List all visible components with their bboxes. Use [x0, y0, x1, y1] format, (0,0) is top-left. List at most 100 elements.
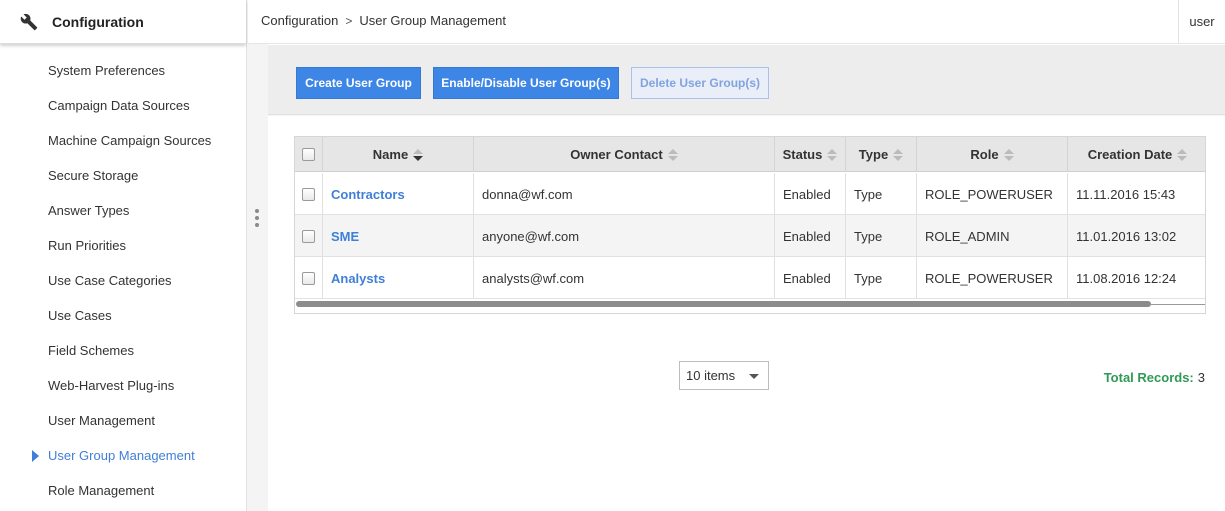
page-size-select[interactable]: 10 items	[679, 361, 769, 390]
user-menu[interactable]: user	[1178, 0, 1225, 44]
sidebar-splitter[interactable]	[247, 0, 268, 511]
cell-owner: donna@wf.com	[474, 173, 775, 215]
sidebar-header[interactable]: Configuration	[0, 0, 246, 44]
status-value: Enabled	[783, 270, 831, 286]
sidebar-item-system-preferences[interactable]: System Preferences	[0, 53, 246, 88]
sidebar-item-label: Secure Storage	[48, 168, 139, 183]
group-name-link[interactable]: Contractors	[331, 187, 405, 202]
column-header-role[interactable]: Role	[917, 137, 1068, 172]
breadcrumb-item-configuration[interactable]: Configuration	[261, 13, 338, 28]
sidebar-item-machine-campaign-sources[interactable]: Machine Campaign Sources	[0, 123, 246, 158]
sidebar-item-campaign-data-sources[interactable]: Campaign Data Sources	[0, 88, 246, 123]
sidebar-item-use-cases[interactable]: Use Cases	[0, 298, 246, 333]
create-user-group-button[interactable]: Create User Group	[296, 67, 421, 99]
scrollbar-thumb[interactable]	[296, 301, 1151, 307]
sidebar-item-label: Answer Types	[48, 203, 130, 218]
cell-created: 11.11.2016 15:43	[1068, 173, 1205, 215]
select-all-cell	[295, 137, 323, 172]
sort-icon	[667, 148, 678, 162]
cell-created: 11.08.2016 12:24	[1068, 257, 1205, 299]
sidebar-item-label: Field Schemes	[48, 343, 134, 358]
sidebar-item-label: Web-Harvest Plug-ins	[48, 378, 175, 393]
sidebar-item-field-schemes[interactable]: Field Schemes	[0, 333, 246, 368]
sidebar-item-web-harvest-plug-ins[interactable]: Web-Harvest Plug-ins	[0, 368, 246, 403]
owner-value: analysts@wf.com	[482, 270, 585, 286]
breadcrumb: Configuration > User Group Management	[261, 13, 506, 28]
cell-owner: anyone@wf.com	[474, 215, 775, 257]
table-header: Name Owner Contact Status Type Role Crea…	[295, 137, 1205, 172]
row-select-cell	[295, 257, 323, 299]
column-header-created[interactable]: Creation Date	[1068, 137, 1205, 172]
sidebar-item-label: User Group Management	[48, 448, 195, 463]
delete-user-groups-button[interactable]: Delete User Group(s)	[631, 67, 769, 99]
sidebar-item-label: Use Case Categories	[48, 273, 172, 288]
sort-icon	[1003, 148, 1014, 162]
role-value: ROLE_POWERUSER	[925, 270, 1053, 286]
user-group-table: Name Owner Contact Status Type Role Crea…	[294, 136, 1206, 314]
sidebar-item-label: Use Cases	[48, 308, 112, 323]
drag-handle-icon[interactable]	[255, 209, 259, 230]
sidebar-item-user-group-management[interactable]: User Group Management	[0, 438, 246, 473]
action-toolbar: Create User Group Enable/Disable User Gr…	[268, 45, 1225, 115]
total-records: Total Records: 3	[1104, 370, 1205, 385]
table-row[interactable]: SME anyone@wf.com Enabled Type ROLE_ADMIN 11.…	[295, 215, 1205, 257]
row-checkbox[interactable]	[302, 271, 315, 285]
type-value: Type	[854, 228, 883, 244]
column-header-status[interactable]: Status	[775, 137, 846, 172]
enable-disable-user-groups-button[interactable]: Enable/Disable User Group(s)	[433, 67, 619, 99]
grid-panel: Name Owner Contact Status Type Role Crea…	[268, 116, 1225, 511]
column-header-owner[interactable]: Owner Contact	[474, 137, 775, 172]
column-type-label: Type	[858, 147, 889, 162]
column-name-label: Name	[372, 147, 409, 162]
row-select-cell	[295, 173, 323, 215]
status-value: Enabled	[783, 228, 831, 244]
sidebar-item-user-management[interactable]: User Management	[0, 403, 246, 438]
sidebar-item-role-management[interactable]: Role Management	[0, 473, 246, 508]
sidebar-item-answer-types[interactable]: Answer Types	[0, 193, 246, 228]
sidebar: Configuration System Preferences Campaign…	[0, 0, 247, 511]
row-checkbox[interactable]	[302, 229, 315, 243]
table-row[interactable]: Analysts analysts@wf.com Enabled Type ROLE_P…	[295, 257, 1205, 299]
type-value: Type	[854, 270, 883, 286]
owner-value: donna@wf.com	[482, 186, 573, 202]
column-created-label: Creation Date	[1087, 147, 1173, 162]
select-all-checkbox[interactable]	[302, 148, 315, 161]
wrench-icon	[20, 13, 38, 30]
cell-name: SME	[323, 215, 474, 257]
group-name-link[interactable]: Analysts	[331, 271, 385, 286]
breadcrumb-separator: >	[345, 13, 353, 28]
table-row[interactable]: Contractors donna@wf.com Enabled Type ROLE_P…	[295, 173, 1205, 215]
cell-type: Type	[846, 173, 917, 215]
horizontal-scrollbar[interactable]	[295, 300, 1205, 308]
cell-type: Type	[846, 215, 917, 257]
total-records-label: Total Records:	[1103, 370, 1194, 385]
created-value: 11.08.2016 12:24	[1076, 270, 1177, 286]
sidebar-item-run-priorities[interactable]: Run Priorities	[0, 228, 246, 263]
sidebar-item-label: User Management	[48, 413, 155, 428]
sidebar-item-label: System Preferences	[48, 63, 166, 78]
created-value: 11.01.2016 13:02	[1076, 228, 1177, 244]
total-records-value: 3	[1197, 370, 1205, 385]
column-header-type[interactable]: Type	[846, 137, 917, 172]
column-header-name[interactable]: Name	[323, 137, 474, 172]
column-role-label: Role	[970, 147, 999, 162]
sidebar-title: Configuration	[52, 13, 144, 30]
cell-role: ROLE_ADMIN	[917, 215, 1068, 257]
main-content: Create User Group Enable/Disable User Gr…	[268, 45, 1225, 511]
sort-icon	[413, 148, 424, 162]
cell-status: Enabled	[775, 215, 846, 257]
sidebar-item-use-case-categories[interactable]: Use Case Categories	[0, 263, 246, 298]
sidebar-item-secure-storage[interactable]: Secure Storage	[0, 158, 246, 193]
column-status-label: Status	[782, 147, 823, 162]
status-value: Enabled	[783, 186, 831, 202]
group-name-link[interactable]: SME	[331, 229, 359, 244]
cell-name: Contractors	[323, 173, 474, 215]
row-select-cell	[295, 215, 323, 257]
sidebar-item-label: Run Priorities	[48, 238, 127, 253]
created-value: 11.11.2016 15:43	[1076, 186, 1176, 202]
cell-created: 11.01.2016 13:02	[1068, 215, 1205, 257]
sort-icon	[893, 148, 904, 162]
sidebar-item-label: Machine Campaign Sources	[48, 133, 212, 148]
type-value: Type	[854, 186, 883, 202]
row-checkbox[interactable]	[302, 187, 315, 201]
